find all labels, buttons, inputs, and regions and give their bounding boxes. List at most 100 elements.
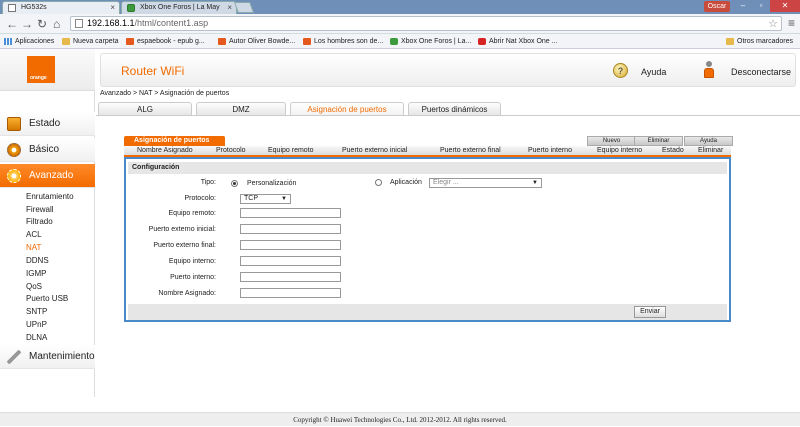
address-host: 192.168.1.1 (87, 18, 135, 28)
bookmark-label: Aplicaciones (15, 38, 55, 45)
bookmark-hombres[interactable]: Los hombres son de... (303, 36, 383, 47)
back-icon[interactable]: ← (6, 17, 18, 31)
puerto-externo-final-input[interactable] (240, 240, 341, 250)
protocol-select[interactable]: TCP ▼ (240, 194, 291, 204)
column-header: Eliminar (698, 147, 724, 154)
user-head (706, 61, 712, 67)
bookmark-abrir-nat[interactable]: Abrir Nat Xbox One ... (478, 36, 557, 47)
maximize-icon[interactable]: ▫ (752, 0, 770, 12)
bookmark-label: Abrir Nat Xbox One ... (489, 38, 558, 45)
sidebar-sub-nat[interactable]: NAT (26, 242, 41, 254)
bookmark-aplicaciones[interactable]: Aplicaciones (4, 36, 54, 47)
sidebar-item-mantenimiento[interactable]: Mantenimiento (0, 345, 95, 369)
browser-toolbar: ← → ↻ ⌂ 192.168.1.1/html/content1.asp ☆ … (0, 14, 800, 34)
address-bar[interactable]: 192.168.1.1/html/content1.asp (70, 16, 782, 31)
sidebar-item-estado[interactable]: Estado (0, 112, 95, 136)
new-tab-button[interactable] (233, 2, 255, 13)
bookmark-label: Otros marcadores (737, 38, 794, 45)
sidebar-sub-dlna[interactable]: DLNA (26, 332, 47, 344)
config-panel: Configuración Tipo: Personalización Apli… (124, 157, 731, 322)
tipo-custom-radio[interactable] (231, 180, 238, 187)
bookmark-autor[interactable]: Autor Oliver Bowde... (218, 36, 295, 47)
submit-button[interactable]: Enviar (634, 306, 666, 318)
sidebar-sub-igmp[interactable]: IGMP (26, 268, 46, 280)
sidebar-sub-upnp[interactable]: UPnP (26, 319, 47, 331)
sidebar-sub-enrutamiento[interactable]: Enrutamiento (26, 191, 74, 203)
user-badge[interactable]: Oscar (704, 1, 730, 12)
puerto-interno-input[interactable] (240, 272, 341, 282)
sidebar-sub-acl[interactable]: ACL (26, 229, 42, 241)
tab-asignacion-puertos[interactable]: Asignación de puertos (290, 102, 404, 116)
xbox-icon (390, 38, 398, 45)
bookmark-star-icon[interactable]: ☆ (768, 17, 778, 30)
bookmark-label: Nueva carpeta (73, 38, 119, 45)
column-header: Puerto externo inicial (342, 147, 408, 154)
close-icon[interactable]: × (110, 2, 115, 14)
tab-dmz[interactable]: DMZ (196, 102, 286, 116)
logout-link[interactable]: Desconectarse (731, 67, 791, 77)
field-label: Puerto externo final: (153, 242, 216, 249)
status-icon (7, 117, 21, 131)
reload-icon[interactable]: ↻ (37, 17, 47, 31)
sidebar-item-avanzado[interactable]: Avanzado (0, 164, 95, 188)
forward-icon[interactable]: → (21, 17, 33, 31)
sidebar-sub-qos[interactable]: QoS (26, 281, 42, 293)
equipo-interno-input[interactable] (240, 256, 341, 266)
tab-puertos-dinamicos[interactable]: Puertos dinámicos (408, 102, 501, 116)
folder-icon (62, 38, 70, 45)
column-header: Puerto interno (528, 147, 572, 154)
bookmark-otros[interactable]: Otros marcadores (726, 36, 793, 47)
sidebar-item-label: Básico (29, 144, 60, 155)
gear-icon (7, 169, 21, 183)
sidebar-sub-sntp[interactable]: SNTP (26, 306, 47, 318)
orange-logo: orange (27, 56, 55, 83)
sidebar-sub-firewall[interactable]: Firewall (26, 204, 54, 216)
column-header: Equipo interno (597, 147, 643, 154)
minimize-icon[interactable]: – (734, 0, 752, 12)
help-link[interactable]: Ayuda (641, 67, 666, 77)
chevron-down-icon: ▼ (281, 196, 287, 202)
sidebar-sub-puerto-usb[interactable]: Puerto USB (26, 293, 68, 305)
column-header: Protocolo (216, 147, 246, 154)
sidebar-sub-ddns[interactable]: DDNS (26, 255, 49, 267)
page-icon (8, 4, 16, 12)
equipo-remoto-input[interactable] (240, 208, 341, 218)
page-header: Router WiFi ? Ayuda Desconectarse (100, 53, 796, 87)
apps-icon (4, 38, 12, 45)
section-help-button[interactable]: Ayuda (684, 136, 733, 146)
browser-tab-hg532s[interactable]: HG532s × (2, 1, 120, 14)
tab-alg[interactable]: ALG (98, 102, 192, 116)
xbox-icon (127, 4, 135, 12)
window-close-icon[interactable]: ✕ (770, 0, 800, 12)
sidebar-item-basico[interactable]: Básico (0, 138, 95, 162)
column-header: Estado (662, 147, 684, 154)
close-icon[interactable]: × (227, 2, 232, 14)
nombre-asignado-input[interactable] (240, 288, 341, 298)
menu-icon[interactable]: ≡ (788, 16, 795, 30)
tipo-app-radio[interactable] (375, 179, 382, 186)
bookmark-nueva-carpeta[interactable]: Nueva carpeta (62, 36, 119, 47)
delete-button[interactable]: Eliminar (634, 136, 683, 146)
bookmark-espaebook[interactable]: espaebook - epub g... (126, 36, 205, 47)
bookmark-label: Los hombres son de... (314, 38, 384, 45)
help-icon[interactable]: ? (613, 63, 628, 78)
bookmark-icon (126, 38, 134, 45)
field-label: Nombre Asignado: (158, 290, 216, 297)
puerto-externo-inicial-input[interactable] (240, 224, 341, 234)
user-icon[interactable] (703, 61, 715, 79)
config-title: Configuración (128, 162, 727, 174)
sidebar-sub-filtrado[interactable]: Filtrado (26, 216, 53, 228)
copyright-footer: Copyright © Huawei Technologies Co., Ltd… (0, 412, 800, 426)
bookmark-xbox[interactable]: Xbox One Foros | La... (390, 36, 471, 47)
sidebar-item-label: Estado (29, 118, 61, 129)
chevron-down-icon: ▼ (532, 180, 538, 186)
application-select[interactable]: Elegir ... ▼ (429, 178, 542, 188)
field-label: Puerto externo inicial: (148, 226, 216, 233)
new-button[interactable]: Nuevo (587, 136, 636, 146)
browser-tab-xbox[interactable]: Xbox One Foros | La May × (121, 1, 237, 14)
home-icon[interactable]: ⌂ (53, 17, 60, 31)
column-header: Nombre Asignado (137, 147, 193, 154)
gear-icon (7, 143, 21, 157)
page-title: Router WiFi (121, 64, 185, 78)
field-label: Equipo interno: (168, 258, 216, 265)
